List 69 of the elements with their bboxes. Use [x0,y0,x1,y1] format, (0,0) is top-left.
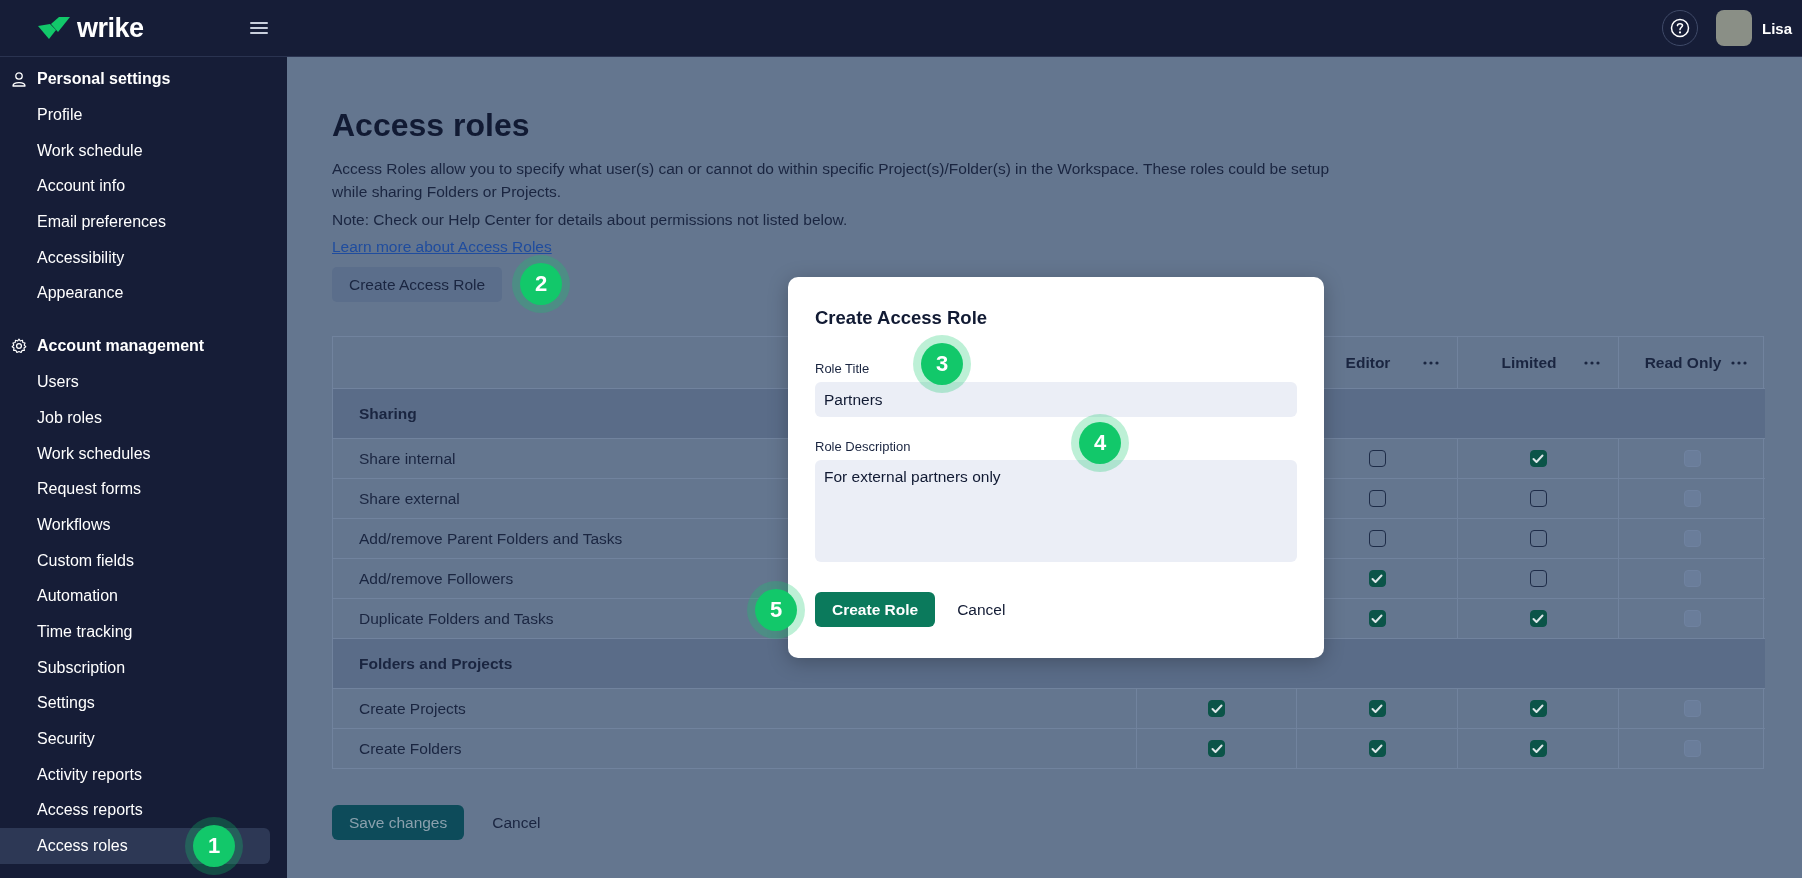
permission-name: Create Projects [333,688,1136,728]
checkbox[interactable] [1368,530,1386,547]
menu-icon [249,20,269,36]
checkbox[interactable] [1208,740,1225,757]
more-icon [1584,360,1600,365]
page-title: Access roles [332,107,531,144]
checkbox[interactable] [1529,570,1547,587]
sidebar-item[interactable]: Accessibility [0,239,270,276]
note-text: Note: Check our Help Center for details about permissions not listed below. [332,211,849,229]
checkbox[interactable] [1368,450,1386,467]
checkbox[interactable] [1529,700,1547,717]
person-icon [11,71,27,87]
sidebar-item[interactable]: Subscription [0,649,270,686]
step-number-badge: 2 [520,263,563,305]
logo-wordmark: wrike [77,12,144,44]
permission-name: Create Folders [333,728,1136,768]
create-role-button[interactable]: Create Role [815,592,936,627]
sidebar-item[interactable]: Activity reports [0,756,270,793]
step-number-badge: 3 [921,343,963,385]
role-description-field[interactable]: For external partners only [815,460,1297,562]
more-icon [1423,360,1439,365]
field-label: Role Description [815,439,911,454]
step-number-badge: 4 [1079,422,1121,464]
save-changes-button[interactable]: Save changes [332,805,465,840]
checkbox[interactable] [1529,740,1547,757]
sidebar-item[interactable]: Workflows [0,506,270,543]
checkbox[interactable] [1208,700,1225,717]
sidebar-item[interactable]: Time tracking [0,613,270,650]
sidebar-item[interactable]: Job roles [0,399,270,436]
sidebar-item[interactable]: Profile [0,97,270,133]
gear-icon [11,338,27,355]
sidebar-item[interactable]: Settings [0,685,270,721]
column-header: Limited [1500,353,1558,372]
role-title-field[interactable]: Partners [815,382,1297,417]
user-name[interactable]: Lisa [1762,19,1792,37]
sidebar-heading: Personal settings [37,70,171,88]
dialog-title: Create Access Role [815,307,989,329]
sidebar-item[interactable]: Request forms [0,471,270,507]
column-header: Read Only [1643,353,1723,372]
step-number-badge: 1 [193,825,235,868]
sidebar-item[interactable]: Custom fields [0,542,270,579]
menu-button[interactable] [249,20,269,36]
field-label: Role Title [815,361,870,376]
sidebar-item[interactable]: Email preferences [0,204,270,240]
sidebar-item[interactable]: Work schedules [0,435,270,472]
checkbox[interactable] [1529,490,1547,507]
sidebar-item[interactable]: Access roles 1 [0,828,270,864]
sidebar-item[interactable]: Appearance [0,275,270,312]
checkbox[interactable] [1368,570,1386,587]
sidebar-heading: Account management [37,337,205,356]
checkbox[interactable] [1368,490,1386,507]
sidebar-item[interactable]: Automation [0,578,270,614]
checkbox[interactable] [1529,610,1547,627]
sidebar-item[interactable]: Work schedule [0,132,270,169]
more-icon [1731,360,1747,365]
description-text: Access Roles allow you to specify what user(s) can or cannot do within specific Project(s)/Folder(s) in the Workspace. These roles could be setup while sharing Folders or Projects. [332,159,1331,202]
avatar-photo-placeholder[interactable] [1716,10,1752,46]
sidebar-item[interactable]: Users [0,364,270,400]
check-mark-logo-icon [37,15,71,41]
checkbox[interactable] [1368,610,1386,627]
help-icon [1670,18,1690,38]
checkbox[interactable] [1529,450,1547,467]
checkbox[interactable] [1368,700,1386,717]
sidebar-item[interactable]: Security [0,721,270,757]
column-header: Editor [1344,353,1392,372]
checkbox[interactable] [1529,530,1547,547]
sidebar-item[interactable]: Account info [0,168,270,205]
checkbox[interactable] [1368,740,1386,757]
cancel-button[interactable]: Cancel [955,596,1008,623]
